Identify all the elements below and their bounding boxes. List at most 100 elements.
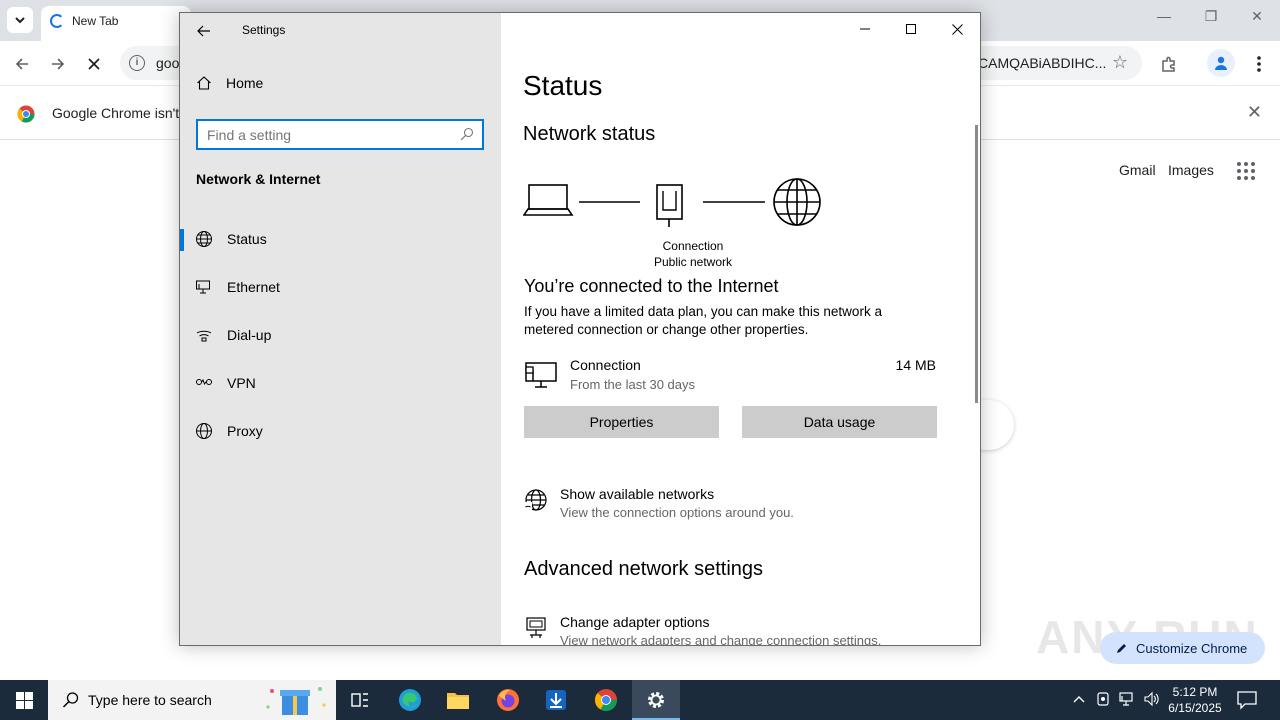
download-icon	[546, 690, 566, 710]
profile-avatar[interactable]	[1207, 49, 1235, 77]
url-text-start: goo	[156, 55, 180, 71]
nav-list: Status Ethernet Dial-up VPN Proxy	[180, 215, 501, 455]
nav-item-label: Ethernet	[227, 279, 280, 295]
window-title: Settings	[242, 23, 286, 37]
minimize-button[interactable]	[842, 13, 888, 45]
settings-content: Status Network status Connection Public …	[501, 13, 980, 645]
bookmark-star-icon[interactable]: ☆	[1112, 52, 1128, 73]
advanced-settings-heading: Advanced network settings	[524, 558, 764, 580]
maximize-icon	[906, 24, 916, 34]
taskbar: Type here to search 5:12 PM 6/15/2025	[0, 680, 1280, 720]
loading-spinner-icon	[50, 14, 64, 28]
chrome-menu-button[interactable]	[1245, 50, 1273, 78]
nav-item-ethernet[interactable]: Ethernet	[180, 263, 501, 311]
chrome-taskbar-button[interactable]	[582, 680, 630, 720]
clock-time: 5:12 PM	[1172, 685, 1218, 699]
nav-item-vpn[interactable]: VPN	[180, 359, 501, 407]
tab-search-button[interactable]	[7, 7, 33, 33]
site-info-icon[interactable]: i	[129, 55, 145, 71]
show-networks-title: Show available networks	[560, 486, 715, 502]
globe-icon	[196, 423, 212, 439]
pencil-icon	[1117, 644, 1126, 653]
chevron-down-icon	[15, 17, 25, 24]
home-nav-item[interactable]: Home	[196, 75, 263, 91]
show-hidden-icons-button[interactable]	[1070, 691, 1088, 709]
network-tray-icon[interactable]	[1118, 691, 1136, 709]
firefox-taskbar-button[interactable]	[484, 680, 532, 720]
change-adapter-link[interactable]: Change adapter options View network adap…	[524, 614, 944, 646]
page-title: Status	[523, 70, 603, 101]
nav-item-status[interactable]: Status	[180, 215, 501, 263]
device-icon	[1097, 692, 1109, 706]
chrome-minimize-button[interactable]: —	[1149, 8, 1179, 24]
close-button[interactable]	[934, 13, 980, 45]
google-apps-icon[interactable]	[1237, 162, 1255, 180]
customize-chrome-button[interactable]: Customize Chrome	[1100, 632, 1265, 664]
settings-window: Settings Home Network & Internet Status …	[179, 12, 981, 646]
show-networks-subtitle: View the connection options around you.	[560, 505, 794, 520]
maximize-button[interactable]	[888, 13, 934, 45]
arrow-right-icon	[52, 58, 65, 70]
stop-loading-button[interactable]	[80, 50, 108, 78]
start-button[interactable]	[0, 680, 48, 720]
gmail-link[interactable]: Gmail	[1119, 162, 1156, 178]
globe-icon	[196, 231, 212, 247]
downloader-taskbar-button[interactable]	[532, 680, 580, 720]
nav-item-proxy[interactable]: Proxy	[180, 407, 501, 455]
infobar-text: Google Chrome isn't y	[52, 105, 191, 121]
settings-taskbar-button[interactable]	[632, 680, 680, 720]
chrome-close-button[interactable]: ✕	[1242, 8, 1272, 25]
network-adapter-icon	[526, 617, 546, 638]
ethernet-icon	[196, 280, 210, 294]
diagram-connection-name: Connection	[662, 239, 724, 253]
search-icon	[460, 127, 474, 141]
laptop-icon	[523, 184, 574, 216]
taskbar-search-placeholder: Type here to search	[88, 692, 212, 708]
diagram-network-type: Public network	[653, 255, 733, 269]
close-icon	[88, 58, 100, 70]
nav-item-label: VPN	[227, 375, 256, 391]
change-adapter-subtitle: View network adapters and change connect…	[560, 633, 882, 646]
person-icon	[1215, 56, 1227, 70]
back-button[interactable]	[192, 19, 216, 43]
chrome-restore-button[interactable]: ❐	[1196, 8, 1226, 25]
taskbar-search-box[interactable]: Type here to search	[48, 680, 336, 720]
data-usage-button[interactable]: Data usage	[742, 406, 937, 438]
connected-status-title: You’re connected to the Internet	[524, 276, 779, 296]
connection-usage-row: Connection From the last 30 days 14 MB	[524, 355, 938, 395]
edge-taskbar-button[interactable]	[386, 680, 434, 720]
ethernet-icon	[1119, 692, 1133, 706]
settings-search-box[interactable]	[196, 119, 484, 150]
nav-item-dialup[interactable]: Dial-up	[180, 311, 501, 359]
extensions-button[interactable]	[1155, 50, 1183, 78]
images-link[interactable]: Images	[1168, 162, 1214, 178]
internet-globe-icon	[773, 178, 821, 226]
metered-description: If you have a limited data plan, you can…	[524, 304, 882, 337]
task-view-button[interactable]	[336, 680, 384, 720]
search-icon	[62, 692, 79, 708]
puzzle-icon	[1162, 56, 1175, 72]
settings-search-input[interactable]	[198, 121, 448, 148]
tab-title: New Tab	[72, 14, 119, 28]
back-button[interactable]	[8, 50, 36, 78]
notification-icon[interactable]	[1236, 690, 1258, 710]
network-diagram: Connection Public network	[523, 173, 833, 283]
network-diagram-graphic	[523, 178, 821, 227]
settings-nav-pane: Settings Home Network & Internet Status …	[180, 13, 501, 645]
network-status-heading: Network status	[523, 123, 656, 145]
chrome-tab[interactable]: New Tab	[41, 6, 191, 41]
infobar-close-button[interactable]: ✕	[1247, 102, 1262, 123]
firefox-icon	[497, 689, 519, 711]
folder-icon	[447, 693, 469, 709]
gift-icon	[266, 687, 326, 715]
volume-tray-icon[interactable]	[1142, 691, 1160, 709]
taskbar-clock[interactable]: 5:12 PM 6/15/2025	[1160, 684, 1230, 716]
tray-app-icon[interactable]	[1094, 691, 1112, 709]
file-explorer-taskbar-button[interactable]	[434, 680, 482, 720]
forward-button[interactable]	[44, 50, 72, 78]
clock-date: 6/15/2025	[1168, 701, 1222, 715]
scrollbar-thumb[interactable]	[975, 125, 978, 403]
nav-item-label: Status	[227, 231, 267, 247]
properties-button[interactable]: Properties	[524, 406, 719, 438]
show-networks-link[interactable]: Show available networks View the connect…	[524, 486, 944, 526]
